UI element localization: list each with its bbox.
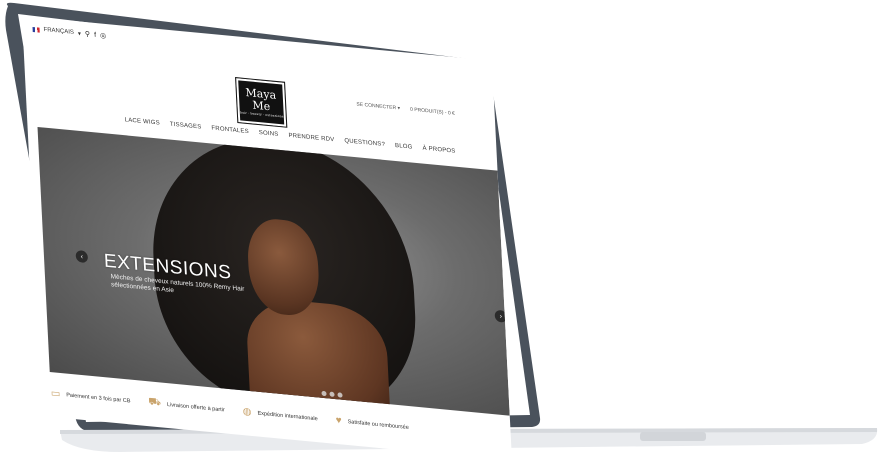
nav-tissages[interactable]: TISSAGES (170, 122, 202, 131)
chevron-left-icon: ‹ (80, 252, 84, 261)
instagram-icon[interactable]: ◎ (100, 31, 106, 40)
slider-dot[interactable] (337, 392, 343, 398)
site-logo[interactable]: Maya Me hair · beauty · extensions (235, 77, 288, 128)
slider-dot[interactable] (329, 391, 335, 398)
nav-frontales[interactable]: FRONTALES (211, 126, 249, 136)
language-selector[interactable]: FRANÇAIS (43, 27, 74, 36)
feature-label: Expédition internationale (257, 410, 318, 422)
feature-label: Satisfaite ou remboursée (347, 418, 409, 431)
heart-icon: ♥ (335, 415, 342, 427)
slider-prev-button[interactable]: ‹ (75, 249, 89, 264)
feature-international: ◍ Expédition internationale (242, 405, 318, 425)
nav-prendre-rdv[interactable]: PRENDRE RDV (288, 133, 334, 143)
nav-lace-wigs[interactable]: LACE WIGS (125, 117, 160, 126)
nav-blog[interactable]: BLOG (395, 143, 413, 151)
nav-a-propos[interactable]: À PROPOS (422, 146, 455, 155)
account-area: SE CONNECTER ▾ 0 PRODUIT(S) - 0 € (356, 102, 455, 117)
login-link[interactable]: SE CONNECTER ▾ (356, 102, 400, 112)
search-icon[interactable]: ⚲ (85, 30, 90, 38)
facebook-icon[interactable]: f (94, 31, 96, 38)
cart-link[interactable]: 0 PRODUIT(S) - 0 € (410, 107, 455, 117)
slider-dot[interactable] (321, 390, 327, 397)
top-bar: FRANÇAIS ▾ ⚲ f ◎ (32, 25, 106, 40)
france-flag-icon (32, 26, 40, 33)
truck-icon: ⛟ (148, 396, 162, 409)
website-screen: FRANÇAIS ▾ ⚲ f ◎ SE CONNECTER ▾ 0 PRODUI… (22, 16, 512, 461)
credit-card-icon: ▭ (50, 387, 61, 400)
globe-icon: ◍ (242, 406, 252, 419)
feature-label: Livraison offerte à partir (166, 401, 225, 413)
nav-soins[interactable]: SOINS (259, 130, 279, 138)
logo-tagline: hair · beauty · extensions (239, 110, 284, 119)
nav-questions[interactable]: QUESTIONS? (344, 138, 385, 148)
feature-satisfaction: ♥ Satisfaite ou remboursée (335, 414, 409, 434)
chevron-right-icon: › (499, 312, 503, 320)
feature-payment: ▭ Paiement en 3 fois par CB (51, 387, 131, 408)
feature-delivery: ⛟ Livraison offerte à partir (148, 396, 225, 416)
hero-slider: EXTENSIONS Mèches de cheveux naturels 10… (37, 126, 510, 416)
language-caret-icon[interactable]: ▾ (78, 30, 81, 37)
feature-label: Paiement en 3 fois par CB (66, 391, 131, 405)
